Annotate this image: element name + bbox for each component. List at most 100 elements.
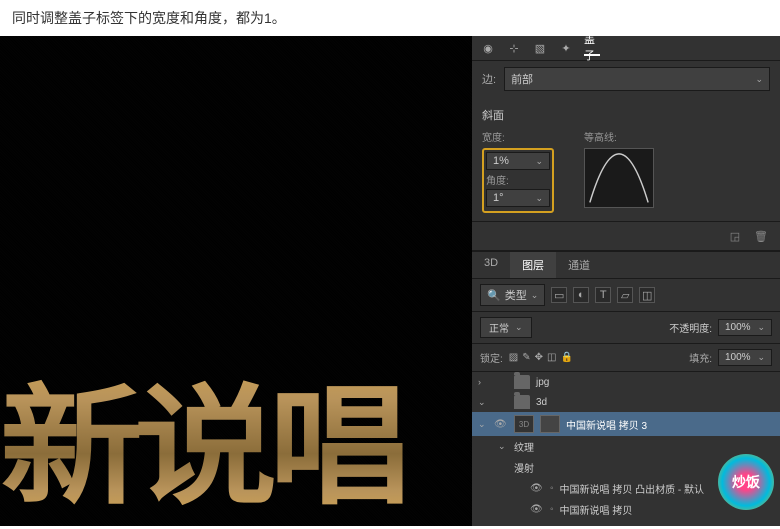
lock-transparency-icon[interactable]: ▨: [509, 352, 518, 363]
contour-curve-icon: [585, 149, 653, 207]
contour-label: 等高线:: [584, 129, 654, 144]
chevron-down-icon: ⌄: [757, 352, 765, 363]
blend-mode-row: 正常 ⌄ 不透明度: 100% ⌄: [472, 312, 780, 344]
chevron-down-icon: ⌄: [755, 74, 763, 85]
blend-mode-value: 正常: [489, 320, 509, 335]
layer-row-folder-jpg[interactable]: › jpg: [472, 372, 780, 392]
lock-artboard-icon[interactable]: ◫: [547, 352, 556, 363]
fill-label: 填充:: [689, 350, 712, 365]
width-label: 宽度:: [482, 129, 554, 144]
lock-position-icon[interactable]: ✥: [535, 352, 543, 363]
chevron-down-icon: ⌄: [757, 322, 765, 333]
folder-icon: [514, 375, 530, 389]
layer-label: 中国新说唱 拷贝 3: [566, 417, 647, 432]
tab-channels[interactable]: 通道: [556, 252, 602, 278]
bullet-icon: ◦: [550, 504, 554, 515]
fill-value: 100%: [725, 352, 751, 363]
opacity-label: 不透明度:: [669, 320, 712, 335]
twisty-open-icon[interactable]: ⌄: [498, 441, 508, 452]
lock-label: 锁定:: [480, 350, 503, 365]
layer-row-folder-3d[interactable]: ⌄ 3d: [472, 392, 780, 412]
filter-adjustment-icon[interactable]: ◐: [573, 287, 589, 303]
lock-icons: ▨ ✎ ✥ ◫ 🔒: [509, 352, 573, 363]
contour-block: 等高线:: [584, 129, 654, 213]
chevron-down-icon: ⌄: [535, 193, 543, 204]
filter-text-icon[interactable]: T: [595, 287, 611, 303]
lock-row: 锁定: ▨ ✎ ✥ ◫ 🔒 填充: 100% ⌄: [472, 344, 780, 372]
three-d-properties-panel: ◉ ⊹ ▧ ✦ 盖子 边: 前部 ⌄ 斜面 宽度:: [472, 36, 780, 251]
angle-label: 角度:: [486, 172, 550, 187]
trash-icon[interactable]: 🗑: [752, 228, 770, 244]
lock-all-icon[interactable]: 🔒: [560, 352, 572, 363]
layer-row-image-light[interactable]: 基于图像的光照: [472, 520, 780, 526]
app-workspace: 新说唱 ◉ ⊹ ▧ ✦ 盖子 边: 前部 ⌄ 斜面: [0, 36, 780, 526]
filter-image-icon[interactable]: ▭: [551, 287, 567, 303]
highlighted-inputs: 1% ⌄ 角度: 1° ⌄: [482, 148, 554, 213]
visibility-on-icon[interactable]: 👁: [530, 504, 544, 515]
layer-label: 3d: [536, 397, 547, 408]
instruction-text: 同时调整盖子标签下的宽度和角度，都为1。: [0, 0, 780, 36]
width-input[interactable]: 1% ⌄: [486, 152, 550, 170]
blend-mode-dropdown[interactable]: 正常 ⌄: [480, 317, 532, 338]
layer-label: 中国新说唱 拷贝 凸出材质 - 默认: [560, 481, 704, 496]
layer-row-texture[interactable]: ⌄ 纹理: [472, 436, 780, 457]
width-value: 1%: [493, 155, 509, 167]
globe-icon[interactable]: ◉: [480, 40, 496, 56]
layer-label: 漫射: [514, 460, 534, 475]
layer-row-copy[interactable]: 👁 ◦ 中国新说唱 拷贝: [472, 499, 780, 520]
edge-label: 边:: [482, 71, 496, 87]
layer-mask-icon: [540, 415, 560, 433]
twisty-closed-icon[interactable]: ›: [478, 377, 488, 387]
fill-input[interactable]: 100% ⌄: [718, 349, 772, 366]
layers-list: › jpg ⌄ 3d ⌄ 👁 3D 中国新说唱 拷贝 3 ⌄ 纹理: [472, 372, 780, 526]
tab-3d[interactable]: 3D: [472, 252, 510, 278]
filter-smart-icon[interactable]: ◫: [639, 287, 655, 303]
panel-tabs: 3D 图层 通道: [472, 251, 780, 279]
folder-icon: [514, 395, 530, 409]
bevel-section: 斜面 宽度: 1% ⌄ 角度: 1° ⌄: [472, 97, 780, 221]
panel-tab-icons: ◉ ⊹ ▧ ✦ 盖子: [472, 36, 780, 61]
layer-label: 纹理: [514, 439, 534, 454]
visibility-on-icon[interactable]: 👁: [494, 419, 508, 430]
opacity-input[interactable]: 100% ⌄: [718, 319, 772, 336]
chevron-down-icon: ⌄: [515, 322, 523, 333]
coords-icon[interactable]: ⊹: [506, 40, 522, 56]
bevel-controls: 宽度: 1% ⌄ 角度: 1° ⌄: [482, 129, 554, 213]
cap-tab-icon[interactable]: 盖子: [584, 40, 600, 56]
properties-panels: ◉ ⊹ ▧ ✦ 盖子 边: 前部 ⌄ 斜面 宽度:: [472, 36, 780, 526]
layer-row-material-extrusion[interactable]: 👁 ◦ 中国新说唱 拷贝 凸出材质 - 默认: [472, 478, 780, 499]
lock-paint-icon[interactable]: ✎: [522, 352, 530, 363]
twisty-open-icon[interactable]: ⌄: [478, 419, 488, 430]
bevel-title: 斜面: [482, 107, 770, 123]
bullet-icon: ◦: [550, 483, 554, 494]
canvas-3d-text: 新说唱: [0, 346, 472, 526]
layer-row-diffuse[interactable]: 漫射: [472, 457, 780, 478]
panel-footer: ◲ 🗑: [472, 221, 780, 250]
type-filter-label: 类型: [505, 287, 527, 303]
layer-label: 基于图像的光照: [514, 523, 584, 526]
layer-filter-toolbar: 🔍 类型 ⌄ ▭ ◐ T ▱ ◫: [472, 279, 780, 312]
search-icon: 🔍: [487, 289, 501, 302]
layer-label: 中国新说唱 拷贝: [560, 502, 633, 517]
edge-selector-row: 边: 前部 ⌄: [472, 61, 780, 97]
chevron-down-icon: ⌄: [535, 156, 543, 167]
edge-dropdown[interactable]: 前部 ⌄: [504, 67, 770, 91]
deform-icon[interactable]: ✦: [558, 40, 574, 56]
type-filter-dropdown[interactable]: 🔍 类型 ⌄: [480, 284, 545, 306]
tab-layers[interactable]: 图层: [510, 252, 556, 278]
layer-row-main-3d[interactable]: ⌄ 👁 3D 中国新说唱 拷贝 3: [472, 412, 780, 436]
angle-value: 1°: [493, 192, 504, 204]
edge-value: 前部: [511, 71, 533, 87]
chevron-down-icon: ⌄: [531, 290, 539, 301]
layer-thumb-icon: 3D: [514, 415, 534, 433]
reset-icon[interactable]: ◲: [726, 228, 744, 244]
filter-shape-icon[interactable]: ▱: [617, 287, 633, 303]
visibility-on-icon[interactable]: 👁: [530, 483, 544, 494]
opacity-value: 100%: [725, 322, 751, 333]
twisty-open-icon[interactable]: ⌄: [478, 397, 488, 408]
canvas-viewport[interactable]: 新说唱: [0, 36, 472, 526]
angle-input[interactable]: 1° ⌄: [486, 189, 550, 207]
layer-label: jpg: [536, 377, 549, 388]
contour-preview[interactable]: [584, 148, 654, 208]
mesh-icon[interactable]: ▧: [532, 40, 548, 56]
